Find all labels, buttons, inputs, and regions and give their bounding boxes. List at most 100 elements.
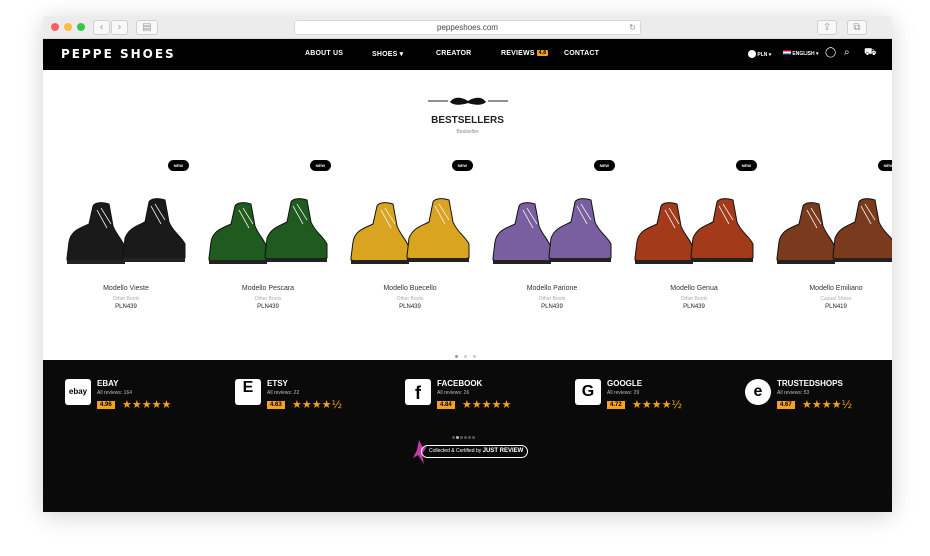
review-dot[interactable] — [452, 436, 455, 439]
review-score: 4.72 — [607, 401, 625, 409]
star-rating-icon: ★★★★★ — [122, 398, 172, 411]
review-count: All reviews: 53 — [777, 390, 810, 396]
browser-window: ‹ › ▤ peppeshoes.com ↻ ⇪ ⧉ PEPPE SHOES A… — [43, 16, 892, 512]
review-platform-name: ETSY — [267, 379, 288, 388]
reload-icon[interactable]: ↻ — [629, 21, 636, 34]
review-platform-name: FACEBOOK — [437, 379, 483, 388]
product-card[interactable]: NEW Modello Vieste Other Boots PLN439 — [55, 160, 197, 310]
minimize-window-button[interactable] — [64, 23, 72, 31]
tabs-icon[interactable]: ⧉ — [847, 20, 867, 35]
product-category: Other Boots — [254, 296, 282, 302]
back-icon[interactable]: ‹ — [93, 20, 110, 35]
star-rating-icon: ★★★★½ — [292, 398, 343, 411]
sidebar-icon[interactable]: ▤ — [136, 20, 158, 35]
product-image[interactable] — [773, 180, 892, 280]
product-card[interactable]: NEW Modello Genua Other Boots PLN439 — [623, 160, 765, 310]
browser-titlebar: ‹ › ▤ peppeshoes.com ↻ ⇪ ⧉ — [43, 16, 892, 39]
product-category: Other Boots — [538, 296, 566, 302]
currency-selector[interactable]: PLN ▾ — [748, 50, 771, 58]
carousel-dot[interactable] — [464, 355, 467, 358]
review-count: All reviews: 22 — [267, 390, 300, 396]
bestsellers-section: BESTSELLERS Bestseller NEW Modello Vieste… — [43, 70, 892, 360]
just-review-pill: Collected & Certified by JUST REVIEW — [421, 445, 528, 458]
review-platform[interactable]: G GOOGLE All reviews: 29 4.72 ★★★★½ — [575, 377, 735, 417]
currency-label: PLN — [757, 52, 768, 58]
reviews-rating-badge: 4.8 — [536, 50, 549, 56]
just-review-badge[interactable]: Collected & Certified by JUST REVIEW — [413, 440, 528, 464]
product-name[interactable]: Modello Pescara — [197, 285, 339, 292]
menu-contact[interactable]: CONTACT — [564, 50, 599, 57]
product-name[interactable]: Modello Emiliano — [765, 285, 892, 292]
search-icon[interactable]: ⌕ — [844, 47, 850, 58]
review-count: All reviews: 29 — [607, 390, 640, 396]
product-price: PLN419 — [825, 304, 847, 310]
new-badge: NEW — [309, 160, 331, 171]
product-name[interactable]: Modello Parione — [481, 285, 623, 292]
etsy-icon: E — [235, 379, 261, 405]
product-category: Casual Shoes — [820, 296, 852, 302]
product-name[interactable]: Modello Buecello — [339, 285, 481, 292]
review-score: 4.96 — [97, 401, 115, 409]
product-image[interactable] — [205, 180, 331, 280]
menu-creator[interactable]: CREATOR — [436, 50, 471, 57]
review-platform[interactable]: E ETSY All reviews: 22 4.63 ★★★★½ — [235, 377, 395, 417]
review-score: 4.67 — [777, 401, 795, 409]
forward-icon[interactable]: › — [111, 20, 128, 35]
account-icon[interactable]: ◯ — [825, 47, 836, 58]
share-icon[interactable]: ⇪ — [817, 20, 837, 35]
facebook-icon: f — [405, 379, 431, 405]
product-image[interactable] — [63, 180, 189, 280]
maximize-window-button[interactable] — [77, 23, 85, 31]
review-platform[interactable]: ebay EBAY All reviews: 164 4.96 ★★★★★ — [65, 377, 225, 417]
site-nav: PEPPE SHOES ABOUT US SHOES ▾ CREATOR REV… — [43, 39, 892, 70]
product-price: PLN439 — [257, 304, 279, 310]
certified-text: Collected & Certified by — [429, 448, 482, 454]
product-image[interactable] — [631, 180, 757, 280]
new-badge: NEW — [877, 160, 892, 171]
section-subtitle: Bestseller — [456, 129, 479, 135]
url-bar[interactable]: peppeshoes.com ↻ — [294, 20, 641, 35]
review-dot[interactable] — [468, 436, 471, 439]
menu-about-us[interactable]: ABOUT US — [305, 50, 343, 57]
ebay-icon: ebay — [65, 379, 91, 405]
review-platform[interactable]: e TRUSTEDSHOPS All reviews: 53 4.67 ★★★★½ — [745, 377, 892, 417]
star-rating-icon: ★★★★½ — [802, 398, 853, 411]
product-card[interactable]: NEW Modello Buecello Other Boots PLN439 — [339, 160, 481, 310]
star-rating-icon: ★★★★★ — [462, 398, 512, 411]
review-platform-name: GOOGLE — [607, 379, 643, 388]
carousel-dot[interactable] — [455, 355, 458, 358]
product-image[interactable] — [347, 180, 473, 280]
product-price: PLN439 — [683, 304, 705, 310]
language-selector[interactable]: ENGLISH ▾ — [783, 50, 819, 57]
review-dot[interactable] — [456, 436, 459, 439]
review-platform-name: EBAY — [97, 379, 119, 388]
site-logo[interactable]: PEPPE SHOES — [61, 47, 176, 61]
review-dot[interactable] — [472, 436, 475, 439]
flag-icon — [783, 50, 791, 55]
product-image[interactable] — [489, 180, 615, 280]
google-icon: G — [575, 379, 601, 405]
new-badge: NEW — [593, 160, 615, 171]
trustedshops-icon: e — [745, 379, 771, 405]
product-category: Other Boots — [396, 296, 424, 302]
product-card[interactable]: NEW Modello Pescara Other Boots PLN439 — [197, 160, 339, 310]
review-platform-name: TRUSTEDSHOPS — [777, 379, 843, 388]
product-name[interactable]: Modello Genua — [623, 285, 765, 292]
close-window-button[interactable] — [51, 23, 59, 31]
menu-reviews[interactable]: REVIEWS 4.8 — [501, 50, 549, 57]
language-label: ENGLISH — [792, 51, 815, 57]
new-badge: NEW — [735, 160, 757, 171]
carousel-dot[interactable] — [473, 355, 476, 358]
product-name[interactable]: Modello Vieste — [55, 285, 197, 292]
product-card[interactable]: NEW Modello Emiliano Casual Shoes PLN419 — [765, 160, 892, 310]
review-platform[interactable]: f FACEBOOK All reviews: 26 4.84 ★★★★★ — [405, 377, 565, 417]
url-text: peppeshoes.com — [437, 23, 498, 32]
star-rating-icon: ★★★★½ — [632, 398, 683, 411]
product-price: PLN439 — [399, 304, 421, 310]
review-dot[interactable] — [460, 436, 463, 439]
review-dot[interactable] — [464, 436, 467, 439]
new-badge: NEW — [167, 160, 189, 171]
product-card[interactable]: NEW Modello Parione Other Boots PLN439 — [481, 160, 623, 310]
cart-icon[interactable]: ⛟ — [864, 47, 877, 60]
menu-shoes[interactable]: SHOES ▾ — [372, 50, 403, 58]
